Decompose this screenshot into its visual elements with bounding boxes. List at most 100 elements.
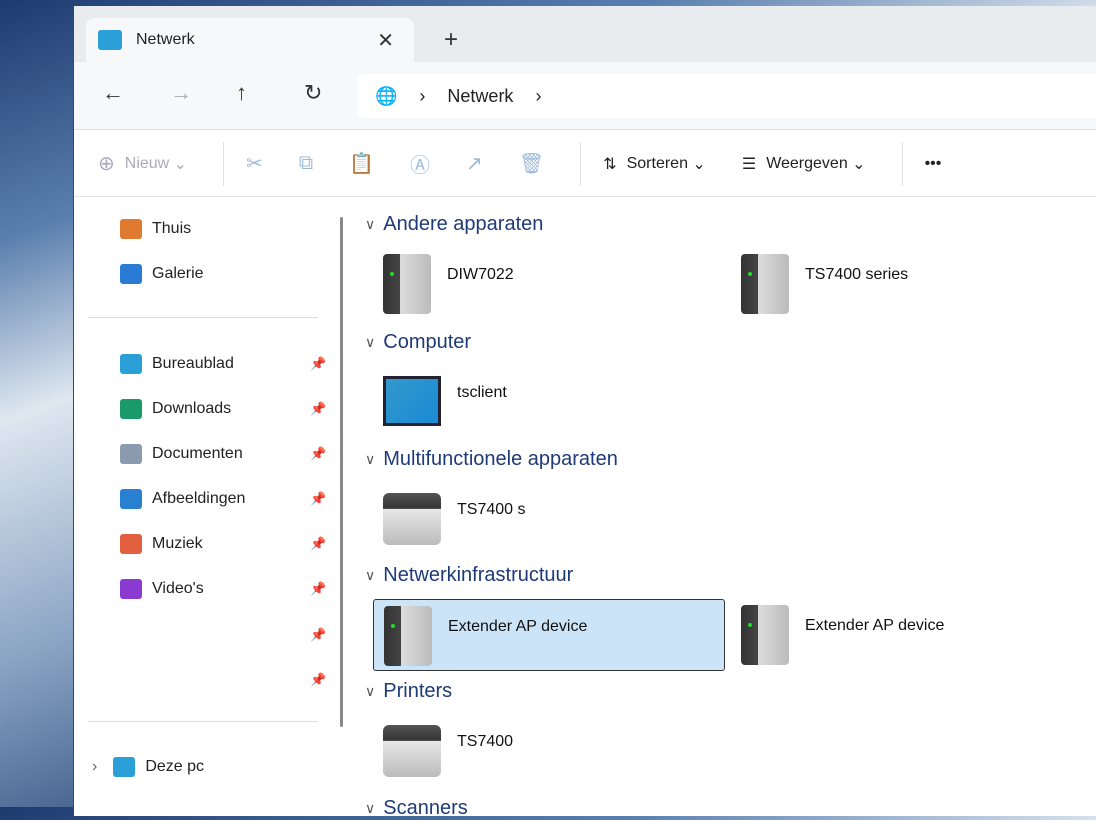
group-header[interactable]: ∨ Scanners [365, 797, 468, 820]
up-button[interactable]: ↑ [236, 80, 247, 106]
pin-icon[interactable]: 📌 [310, 491, 326, 507]
printer-icon [383, 493, 441, 545]
group-header[interactable]: ∨ Andere apparaten [365, 213, 543, 236]
chevron-down-icon: ∨ [365, 683, 376, 699]
group-header[interactable]: ∨ Multifunctionele apparaten [365, 448, 618, 471]
new-button[interactable]: ⊕ Nieuw ⌄ [98, 151, 187, 176]
cut-icon[interactable]: ✂ [246, 151, 263, 176]
sidebar-item[interactable]: Downloads [120, 399, 231, 419]
address-bar[interactable]: 🌐 › Netwerk › [357, 74, 1096, 118]
folder-icon [120, 534, 142, 554]
label: Thuis [152, 220, 192, 237]
file-explorer-window: Netwerk ✕ + ← → ↑ ↻ 🌐 › Netwerk › ⊕ Nieuw… [73, 6, 1096, 819]
group-title: Andere apparaten [383, 213, 544, 235]
view-icon: ☰ [741, 155, 757, 173]
device-name: TS7400 [457, 733, 514, 750]
tab-netwerk[interactable]: Netwerk ✕ [86, 18, 414, 62]
group-header[interactable]: ∨ Computer [365, 331, 471, 354]
label: Downloads [152, 400, 232, 417]
sidebar-item[interactable]: Muziek [120, 534, 203, 554]
group-header[interactable]: ∨ Printers [365, 680, 452, 703]
network-device-item[interactable]: Extender AP device [373, 599, 725, 671]
pin-icon[interactable]: 📌 [310, 627, 326, 643]
device-name: DIW7022 [447, 266, 514, 283]
sidebar-item-galerie[interactable]: Galerie [120, 264, 204, 284]
pin-icon[interactable]: 📌 [310, 672, 326, 688]
sidebar-item[interactable]: Bureaublad [120, 354, 234, 374]
scrollbar[interactable] [340, 217, 343, 727]
share-icon[interactable]: ↗ [466, 151, 483, 176]
label: Muziek [152, 535, 203, 552]
chevron-down-icon: ∨ [365, 800, 376, 816]
network-icon [98, 30, 122, 50]
pc-icon [113, 757, 136, 777]
new-tab-button[interactable]: + [444, 26, 458, 54]
computer-icon [383, 376, 441, 426]
network-device-item[interactable]: TS7400 series [731, 248, 1083, 320]
sort-button[interactable]: ⇅ Sorteren ⌄ [603, 154, 706, 174]
copy-icon[interactable]: ⧉ [299, 152, 313, 175]
chevron-down-icon: ∨ [365, 216, 376, 232]
sidebar-item[interactable]: Afbeeldingen [120, 489, 245, 509]
label: Galerie [152, 265, 204, 282]
paste-icon[interactable]: 📋 [349, 151, 374, 176]
sidebar-item[interactable]: Video's [120, 579, 204, 599]
device-name: tsclient [457, 384, 507, 401]
group-title: Multifunctionele apparaten [383, 448, 618, 470]
device-name: TS7400 series [805, 266, 909, 283]
group-header[interactable]: ∨ Netwerkinfrastructuur [365, 564, 573, 587]
label: Deze pc [145, 758, 205, 775]
chevron-down-icon: ∨ [365, 334, 376, 350]
network-device-item[interactable]: DIW7022 [373, 248, 725, 320]
label: Documenten [152, 445, 243, 462]
device-name: Extender AP device [805, 617, 945, 634]
folder-icon [120, 354, 142, 374]
back-button[interactable]: ← [102, 80, 124, 106]
navigation-pane: Thuis Galerie Bureaublad 📌 Downloads 📌 Docum… [74, 197, 344, 816]
navigation-bar: ← → ↑ ↻ 🌐 › Netwerk › [74, 62, 1096, 130]
server-icon [741, 605, 789, 665]
group-title: Netwerkinfrastructuur [383, 564, 574, 586]
chevron-right-icon[interactable]: › [92, 758, 97, 776]
network-device-item[interactable]: TS7400 s [373, 483, 725, 555]
sidebar-item[interactable]: Documenten [120, 444, 243, 464]
server-icon [384, 606, 432, 666]
chevron-down-icon: ∨ [365, 451, 376, 467]
group-title: Scanners [383, 797, 468, 819]
content-pane: ∨ Andere apparaten DIW7022 TS7400 series ∨ Co… [353, 197, 1096, 819]
pin-icon[interactable]: 📌 [310, 401, 326, 417]
more-button[interactable]: ••• [925, 155, 942, 173]
folder-icon [120, 399, 142, 419]
view-button[interactable]: ☰ Weergeven ⌄ [742, 154, 866, 174]
close-tab-button[interactable]: ✕ [377, 28, 394, 53]
label: Bureaublad [152, 355, 234, 372]
sidebar-item-deze-pc[interactable]: › Deze pc [92, 757, 204, 777]
printer-icon [383, 725, 441, 777]
rename-icon[interactable]: Ⓐ [410, 149, 430, 178]
folder-icon [120, 579, 142, 599]
device-name: TS7400 s [457, 501, 526, 518]
sort-icon: ⇅ [603, 155, 617, 173]
sidebar-item-thuis[interactable]: Thuis [120, 219, 191, 239]
server-icon [741, 254, 789, 314]
server-icon [383, 254, 431, 314]
label: Video's [152, 580, 204, 597]
breadcrumb-separator[interactable]: › [535, 86, 541, 107]
refresh-button[interactable]: ↻ [304, 80, 322, 106]
pin-icon[interactable]: 📌 [310, 536, 326, 552]
globe-icon: 🌐 [375, 85, 398, 106]
pin-icon[interactable]: 📌 [310, 581, 326, 597]
label: Afbeeldingen [152, 490, 246, 507]
network-device-item[interactable]: TS7400 [373, 715, 725, 787]
forward-button[interactable]: → [170, 80, 192, 106]
folder-icon [120, 489, 142, 509]
new-label: Nieuw [124, 154, 170, 172]
plus-icon: ⊕ [98, 153, 115, 175]
network-device-item[interactable]: Extender AP device [731, 599, 1083, 671]
pin-icon[interactable]: 📌 [310, 446, 326, 462]
pin-icon[interactable]: 📌 [310, 356, 326, 372]
breadcrumb-netwerk[interactable]: Netwerk [447, 86, 513, 107]
network-device-item[interactable]: tsclient [373, 366, 725, 438]
breadcrumb-separator: › [419, 85, 426, 106]
delete-icon[interactable]: 🗑 [519, 151, 544, 176]
